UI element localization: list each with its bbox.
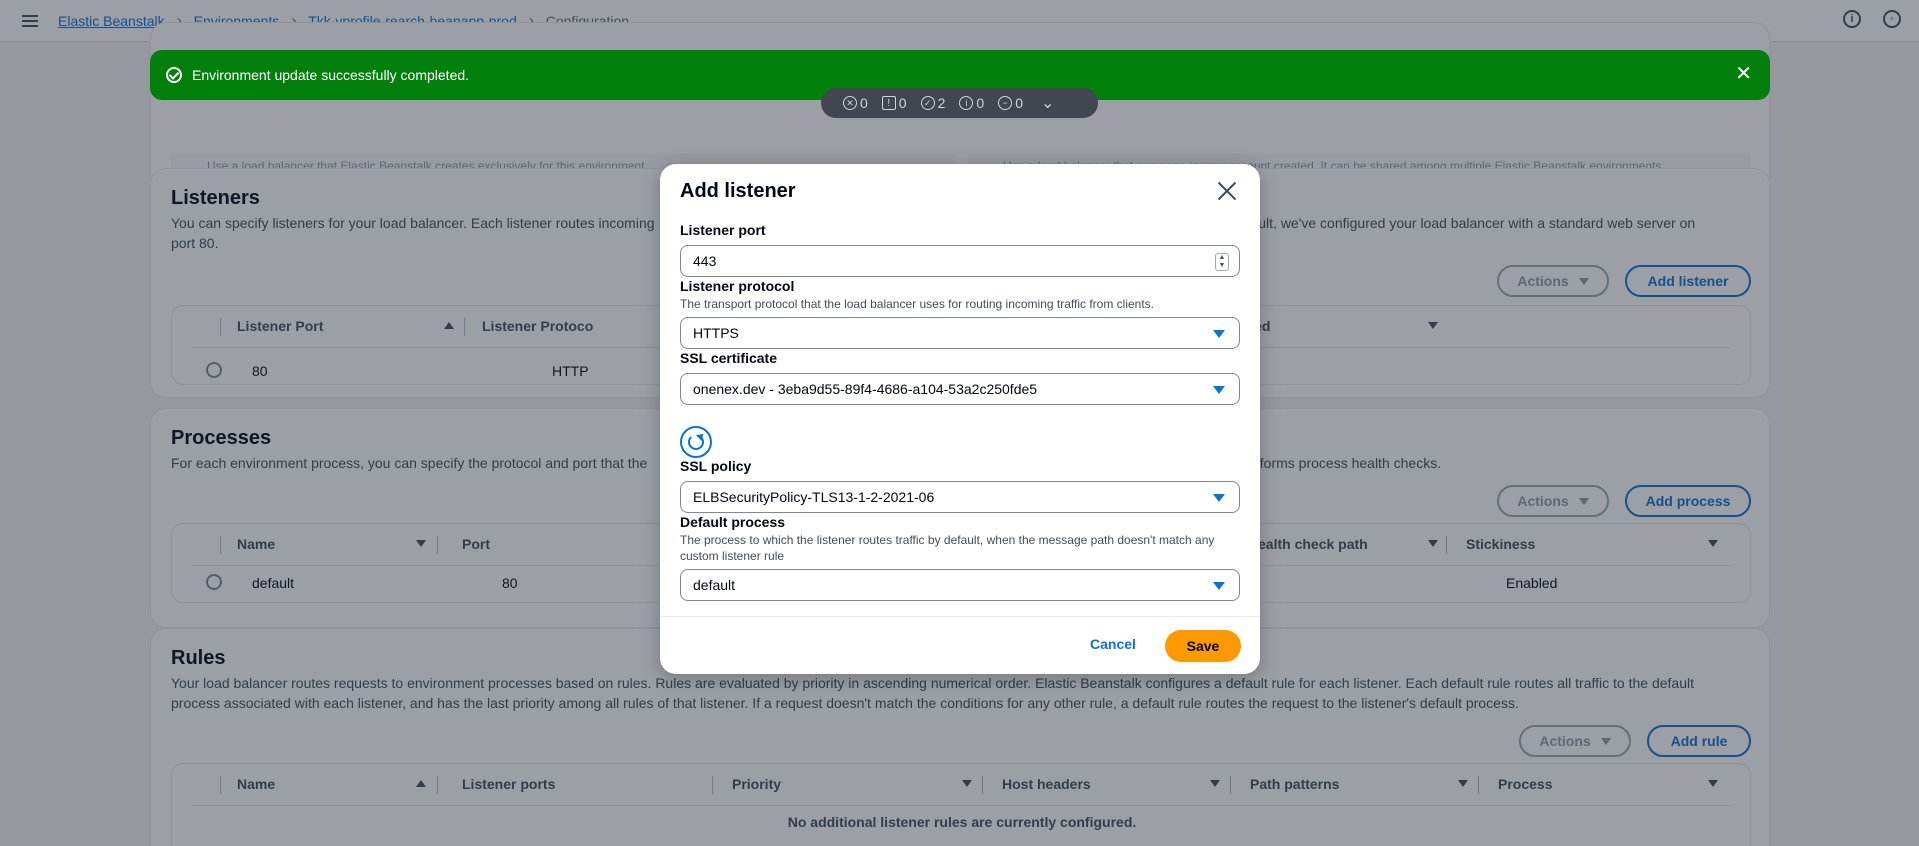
ssl-certificate-select[interactable]: onenex.dev - 3eba9d55-89f4-4686-a104-53a… [680,373,1240,405]
caret-down-icon [1213,330,1225,338]
save-button[interactable]: Save [1165,630,1241,662]
in-progress-icon: − [998,96,1013,110]
caret-down-icon [1213,582,1225,590]
listener-port-label: Listener port [680,222,766,238]
number-stepper[interactable]: ▲ ▼ [1215,253,1229,271]
info-icon: i [959,96,974,110]
error-count: 0 [860,95,868,111]
ssl-certificate-label: SSL certificate [680,350,778,366]
info-count: 0 [976,95,985,111]
success-count: 2 [937,95,946,111]
add-listener-modal: Add listener Listener port 443 ▲ ▼ Listen… [660,164,1260,674]
close-icon[interactable] [1216,180,1238,202]
listener-protocol-label: Listener protocol [680,278,795,294]
default-process-description: The process to which the listener routes… [680,533,1215,563]
listener-port-input[interactable]: 443 ▲ ▼ [680,245,1240,277]
modal-title: Add listener [680,180,796,202]
success-icon [166,67,182,83]
chevron-down-icon[interactable]: ⌄ [1041,93,1054,113]
caret-down-icon [1213,386,1225,394]
listener-protocol-select[interactable]: HTTPS [680,317,1240,349]
warning-icon: ! [881,96,896,110]
refresh-button[interactable] [680,426,712,458]
warning-count: 0 [898,95,907,111]
default-process-label: Default process [680,514,786,530]
notification-summary-bar[interactable]: ✕ 0 ! 0 ✓ 2 i0 −0 ⌄ [821,88,1098,118]
flash-message: Environment update successfully complete… [192,67,470,83]
listener-protocol-description: The transport protocol that the load bal… [680,297,1155,311]
error-icon: ✕ [843,96,857,110]
default-process-select[interactable]: default [680,569,1240,601]
refresh-icon [688,434,704,450]
modal-footer [660,616,1260,617]
caret-down-icon [1213,494,1225,502]
cancel-button[interactable]: Cancel [1090,636,1136,652]
ssl-policy-label: SSL policy [680,458,752,474]
in-progress-count: 0 [1015,95,1023,111]
success-icon: ✓ [920,96,935,110]
close-icon[interactable]: ✕ [1735,64,1752,84]
ssl-policy-select[interactable]: ELBSecurityPolicy-TLS13-1-2-2021-06 [680,481,1240,513]
